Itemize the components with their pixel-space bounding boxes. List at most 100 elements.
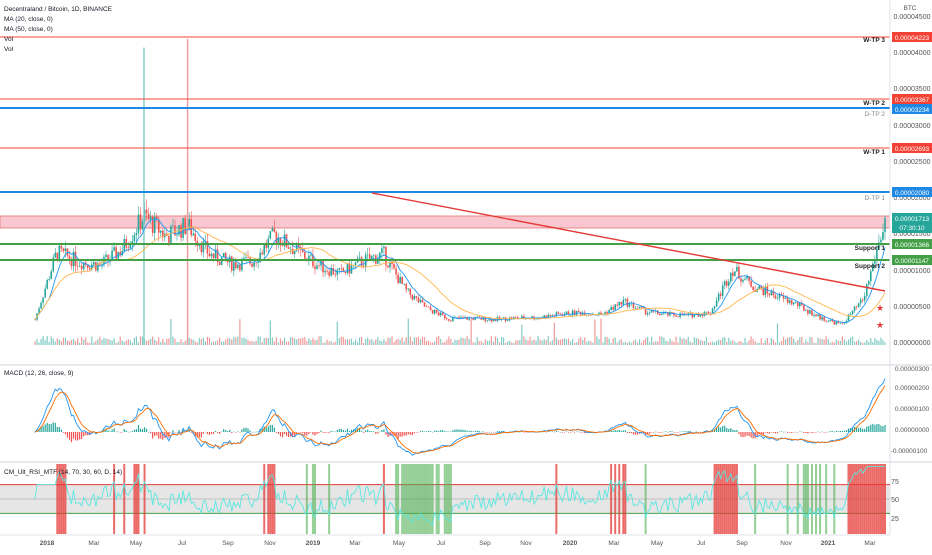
volume-bar [66, 340, 69, 345]
macd-histogram-bar [545, 431, 547, 433]
macd-histogram-bar [257, 431, 259, 432]
volume-bar [452, 342, 454, 345]
volume-bar [543, 339, 545, 345]
volume-bar [407, 318, 409, 345]
volume-bar [630, 342, 633, 345]
macd-histogram-bar [661, 432, 663, 433]
volume-bar [545, 340, 547, 345]
volume-bar [839, 340, 841, 345]
volume-bar [427, 340, 430, 345]
macd-histogram-bar [255, 431, 257, 433]
volume-bar [432, 342, 434, 345]
volume-bar [604, 336, 606, 345]
macd-histogram-bar [551, 431, 553, 433]
volume-bar [590, 341, 592, 345]
volume-bar [127, 339, 129, 345]
macd-histogram-bar [342, 429, 344, 432]
macd-histogram-bar [547, 431, 549, 432]
macd-histogram-bar [683, 431, 685, 432]
volume-bar [586, 341, 588, 345]
macd-histogram-bar [470, 430, 472, 432]
candle [269, 231, 272, 240]
volume-bar [253, 341, 255, 345]
macd-histogram-bar [371, 431, 373, 432]
volume-bar [229, 338, 231, 345]
macd-histogram-bar [133, 429, 136, 432]
volume-bar [119, 336, 121, 345]
volume-bar [616, 342, 618, 345]
macd-histogram-bar [221, 431, 223, 433]
macd-histogram-bar [835, 431, 837, 432]
volume-bar [129, 340, 131, 345]
macd-histogram-bar [557, 431, 559, 432]
macd-histogram-bar [304, 432, 306, 435]
macd-histogram-bar [490, 432, 493, 433]
macd-histogram-bar [466, 430, 468, 432]
volume-bar [324, 342, 326, 345]
volume-bar [125, 340, 127, 345]
macd-histogram-bar [571, 431, 574, 432]
volume-bar [383, 338, 385, 345]
volume-bar [381, 341, 383, 345]
volume-bar [505, 342, 507, 345]
macd-histogram-bar [405, 432, 407, 436]
macd-histogram-bar [107, 430, 109, 432]
macd-histogram-bar [772, 432, 775, 433]
macd-histogram-bar [436, 430, 438, 432]
macd-tick: -0.00000100 [891, 448, 928, 455]
macd-histogram-bar [119, 432, 121, 433]
volume-bar [734, 341, 736, 345]
volume-bar [482, 342, 484, 345]
volume-bar [135, 336, 138, 345]
volume-bar [269, 320, 271, 345]
volume-bar [845, 341, 848, 345]
macd-histogram-bar [381, 429, 383, 432]
volume-bar [99, 336, 101, 345]
volume-bar [841, 336, 843, 345]
price-tag-current: 0.00001713 [895, 216, 930, 223]
macd-histogram-bar [462, 429, 464, 432]
volume-bar [476, 337, 478, 345]
volume-bar [563, 338, 566, 345]
macd-histogram-bar [456, 429, 458, 432]
macd-histogram-bar [677, 432, 679, 433]
volume-bar [525, 339, 527, 345]
macd-histogram-bar [823, 432, 825, 433]
macd-histogram-bar [817, 431, 819, 433]
volume-bar [292, 337, 294, 345]
volume-bar [640, 342, 643, 345]
volume-bar [415, 337, 417, 345]
macd-histogram-bar [665, 431, 667, 432]
volume-bar [732, 340, 734, 345]
macd-histogram-bar [46, 422, 48, 432]
macd-histogram-bar [127, 431, 129, 433]
macd-histogram-bar [425, 431, 428, 432]
volume-bar [150, 338, 152, 345]
macd-histogram-bar [273, 427, 275, 432]
macd-histogram-bar [174, 432, 176, 433]
volume-bar [689, 341, 691, 345]
volume-bar [754, 341, 756, 345]
macd-histogram-bar [308, 432, 310, 434]
volume-bar [594, 319, 596, 345]
macd-histogram-bar [379, 431, 381, 433]
macd-histogram-bar [423, 431, 426, 433]
macd-histogram-bar [365, 430, 367, 432]
price-tick: 0.00002500 [894, 159, 931, 166]
volume-bar [571, 339, 574, 345]
time-axis-label: Sep [222, 540, 234, 547]
volume-bar [574, 342, 576, 345]
volume-bar [780, 340, 783, 345]
macd-histogram-bar [56, 427, 58, 432]
volume-bar [178, 342, 180, 345]
volume-bar [243, 337, 245, 345]
macd-histogram-bar [283, 432, 286, 435]
macd-histogram-bar [81, 432, 83, 440]
rsi-overbought-bar [731, 464, 734, 534]
time-axis-label: Jul [178, 540, 187, 547]
rsi-overbought-bar [267, 464, 270, 534]
volume-bar [107, 339, 109, 345]
rsi-overbought-bar [881, 464, 884, 534]
macd-histogram-bar [115, 431, 117, 433]
volume-bar [387, 337, 389, 345]
